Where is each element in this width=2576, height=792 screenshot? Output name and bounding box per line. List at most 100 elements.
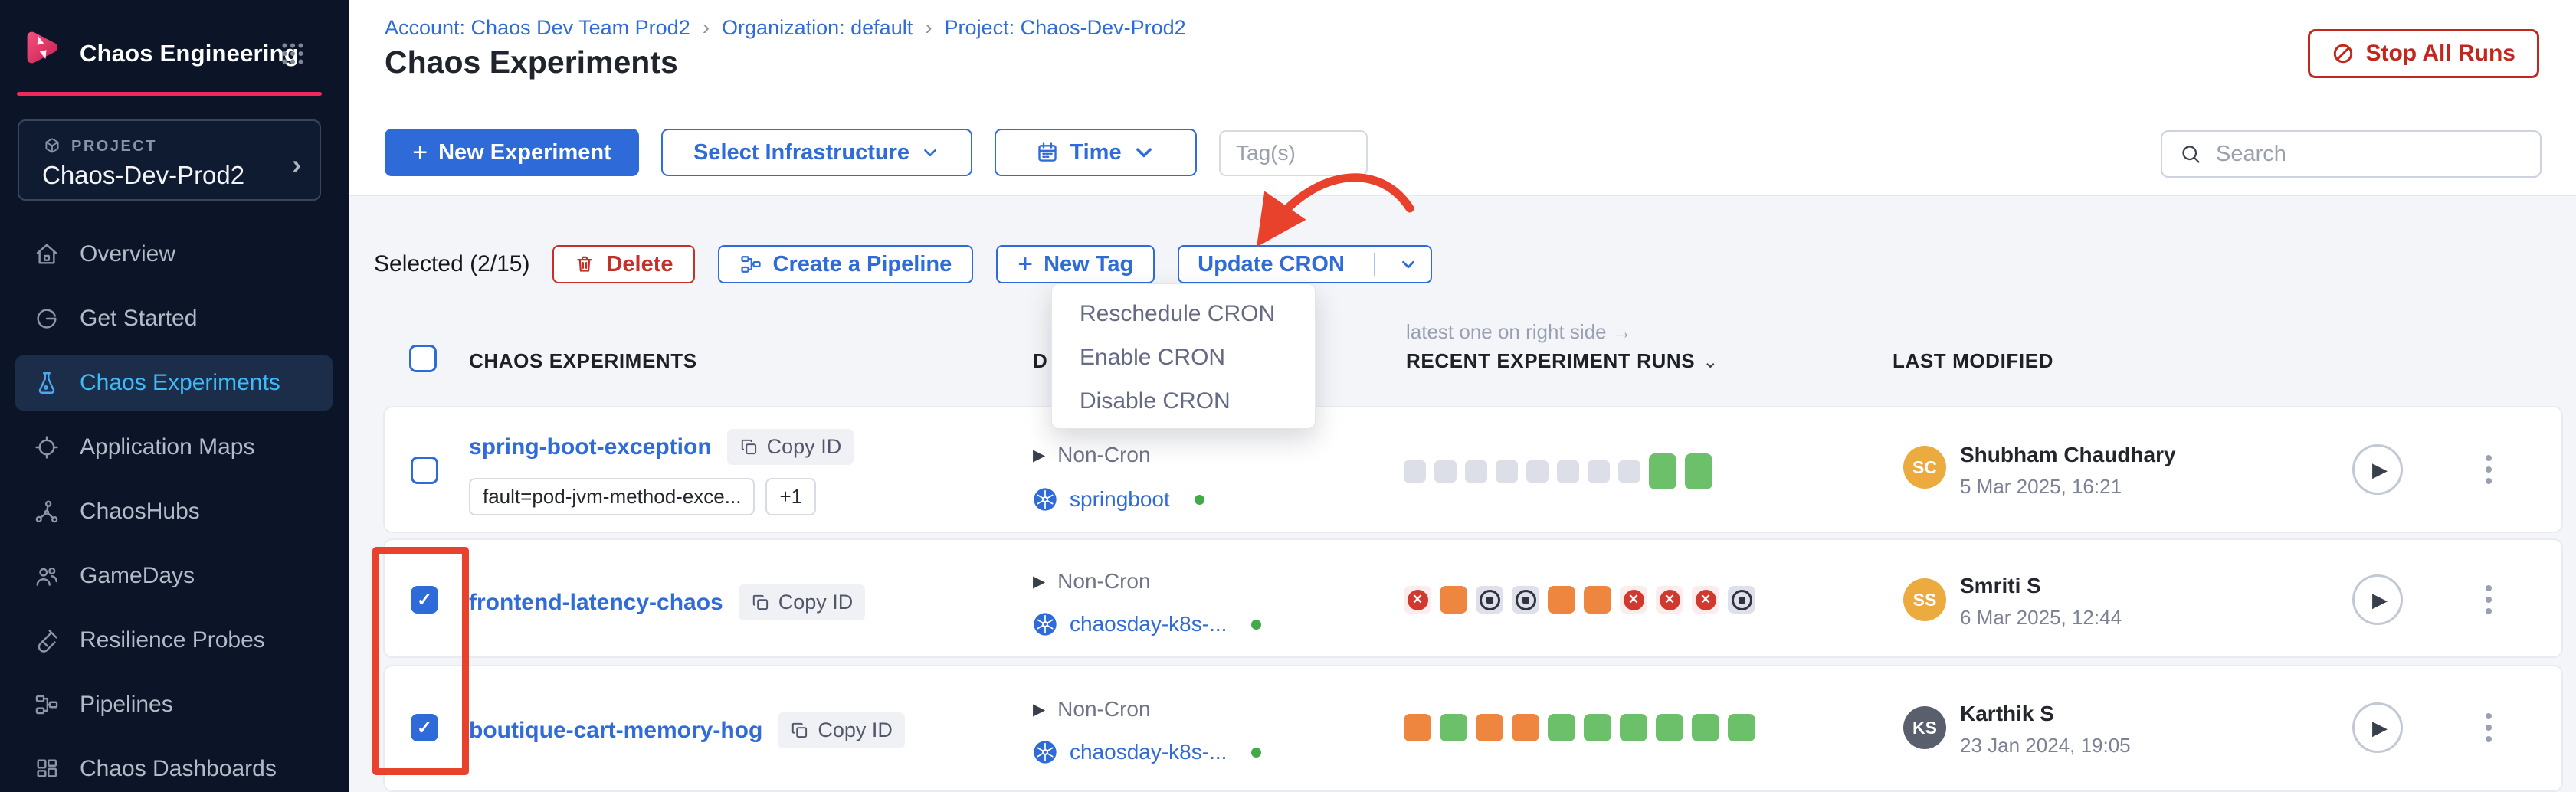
copy-id-chip[interactable]: Copy ID (727, 429, 854, 465)
delete-button[interactable]: Delete (552, 245, 694, 283)
run-experiment-button[interactable]: ▶ (2352, 574, 2403, 625)
pipeline-icon (739, 253, 762, 276)
breadcrumb-account[interactable]: Account: Chaos Dev Team Prod2 (385, 16, 690, 40)
run-status-orange[interactable] (1404, 714, 1431, 741)
menu-item-reschedule-cron[interactable]: Reschedule CRON (1052, 292, 1315, 335)
run-status-success[interactable] (1685, 453, 1712, 489)
annotation-highlight-rectangle (372, 547, 469, 775)
cron-type-label: Non-Cron (1057, 443, 1150, 467)
copy-id-label: Copy ID (778, 591, 854, 614)
sidebar-item-chaos-dashboards[interactable]: Chaos Dashboards (15, 741, 333, 792)
create-pipeline-button[interactable]: Create a Pipeline (718, 245, 974, 283)
experiment-row-boutique-cart-memory-hog: boutique-cart-memory-hog Copy ID ▶ Non-C… (383, 665, 2563, 792)
run-experiment-button[interactable]: ▶ (2352, 444, 2403, 495)
breadcrumb-organization[interactable]: Organization: default (722, 16, 913, 40)
chevron-right-icon: › (292, 149, 301, 181)
new-experiment-button[interactable]: + New Experiment (385, 129, 639, 176)
menu-item-enable-cron[interactable]: Enable CRON (1052, 335, 1315, 379)
run-status-success[interactable] (1584, 714, 1611, 741)
run-status-stopped[interactable] (1476, 586, 1503, 614)
sidebar-item-gamedays[interactable]: GameDays (15, 548, 333, 604)
run-status-success[interactable] (1692, 714, 1719, 741)
plus-icon: + (1018, 251, 1033, 277)
run-status-failed[interactable] (1404, 586, 1431, 614)
row-checkbox[interactable] (411, 457, 438, 484)
row-menu-kebab[interactable] (2473, 444, 2504, 495)
col-chaos-experiments[interactable]: CHAOS EXPERIMENTS (469, 349, 697, 373)
chevron-down-icon: ⌄ (1703, 352, 1719, 372)
experiment-row-spring-boot-exception: spring-boot-exception Copy ID fault=pod-… (383, 406, 2563, 533)
stop-all-runs-button[interactable]: Stop All Runs (2308, 29, 2539, 78)
new-tag-button[interactable]: + New Tag (996, 245, 1155, 283)
run-status-none[interactable] (1434, 460, 1457, 483)
sidebar-item-label: Pipelines (80, 692, 173, 718)
experiments-content: Selected (2/15) Delete Create a Pipeline… (349, 196, 2576, 792)
run-status-none[interactable] (1496, 460, 1518, 483)
row-menu-kebab[interactable] (2473, 702, 2504, 753)
sidebar-item-pipelines[interactable]: Pipelines (15, 677, 333, 732)
expand-arrow-icon[interactable]: ▶ (1033, 446, 1045, 465)
infrastructure-link[interactable]: chaosday-k8s-... (1070, 612, 1227, 637)
sidebar-item-chaos-experiments[interactable]: Chaos Experiments (15, 355, 333, 411)
copy-icon (751, 593, 771, 613)
run-status-none[interactable] (1557, 460, 1579, 483)
run-status-none[interactable] (1465, 460, 1487, 483)
run-status-success[interactable] (1728, 714, 1755, 741)
sidebar-item-resilience-probes[interactable]: Resilience Probes (15, 613, 333, 668)
run-status-orange[interactable] (1440, 586, 1467, 614)
run-status-stopped[interactable] (1728, 586, 1755, 614)
update-cron-button[interactable]: Update CRON (1178, 245, 1432, 283)
tags-filter-input[interactable] (1219, 130, 1368, 176)
run-status-failed[interactable] (1620, 586, 1647, 614)
module-grid-icon[interactable] (279, 40, 306, 67)
run-experiment-button[interactable]: ▶ (2352, 702, 2403, 753)
run-status-success[interactable] (1649, 453, 1676, 489)
run-status-orange[interactable] (1548, 586, 1575, 614)
run-status-success[interactable] (1440, 714, 1467, 741)
run-status-success[interactable] (1548, 714, 1575, 741)
run-status-failed[interactable] (1692, 586, 1719, 614)
sidebar-item-label: ChaosHubs (80, 499, 200, 525)
more-tags-chip[interactable]: +1 (765, 478, 816, 515)
run-status-orange[interactable] (1476, 714, 1503, 741)
run-status-none[interactable] (1404, 460, 1426, 483)
sidebar-item-get-started[interactable]: Get Started (15, 291, 333, 346)
update-cron-caret[interactable] (1386, 254, 1431, 274)
row-menu-kebab[interactable] (2473, 574, 2504, 625)
time-filter-dropdown[interactable]: Time (995, 129, 1197, 176)
infrastructure-link[interactable]: springboot (1070, 487, 1170, 512)
breadcrumb: Account: Chaos Dev Team Prod2 › Organiza… (385, 15, 1186, 40)
experiment-name-link[interactable]: boutique-cart-memory-hog (469, 718, 762, 744)
menu-item-disable-cron[interactable]: Disable CRON (1052, 379, 1315, 423)
kubernetes-icon (1033, 612, 1057, 637)
search-input[interactable] (2216, 142, 2523, 167)
select-infrastructure-dropdown[interactable]: Select Infrastructure (661, 129, 972, 176)
expand-arrow-icon[interactable]: ▶ (1033, 700, 1045, 719)
select-all-checkbox[interactable] (409, 345, 437, 372)
copy-id-chip[interactable]: Copy ID (739, 584, 866, 620)
copy-id-chip[interactable]: Copy ID (778, 712, 905, 748)
infrastructure-link[interactable]: chaosday-k8s-... (1070, 740, 1227, 764)
chaos-engineering-logo-icon (21, 28, 61, 67)
run-status-none[interactable] (1618, 460, 1640, 483)
expand-arrow-icon[interactable]: ▶ (1033, 572, 1045, 591)
run-status-stopped[interactable] (1512, 586, 1539, 614)
col-last-modified[interactable]: LAST MODIFIED (1893, 349, 2053, 373)
run-status-success[interactable] (1656, 714, 1683, 741)
experiment-name-link[interactable]: spring-boot-exception (469, 434, 712, 460)
project-selector[interactable]: PROJECT Chaos-Dev-Prod2 › (18, 119, 321, 201)
breadcrumb-project[interactable]: Project: Chaos-Dev-Prod2 (945, 16, 1186, 40)
col-recent-runs[interactable]: RECENT EXPERIMENT RUNS⌄ (1406, 349, 1719, 373)
run-status-none[interactable] (1526, 460, 1549, 483)
get-started-icon (34, 306, 60, 332)
run-status-orange[interactable] (1512, 714, 1539, 741)
sidebar-item-chaoshubs[interactable]: ChaosHubs (15, 484, 333, 539)
sidebar-item-overview[interactable]: Overview (15, 227, 333, 282)
run-status-success[interactable] (1620, 714, 1647, 741)
experiment-name-link[interactable]: frontend-latency-chaos (469, 590, 723, 616)
run-status-none[interactable] (1588, 460, 1610, 483)
sidebar-item-label: GameDays (80, 563, 195, 589)
run-status-failed[interactable] (1656, 586, 1683, 614)
run-status-orange[interactable] (1584, 586, 1611, 614)
sidebar-item-application-maps[interactable]: Application Maps (15, 420, 333, 475)
